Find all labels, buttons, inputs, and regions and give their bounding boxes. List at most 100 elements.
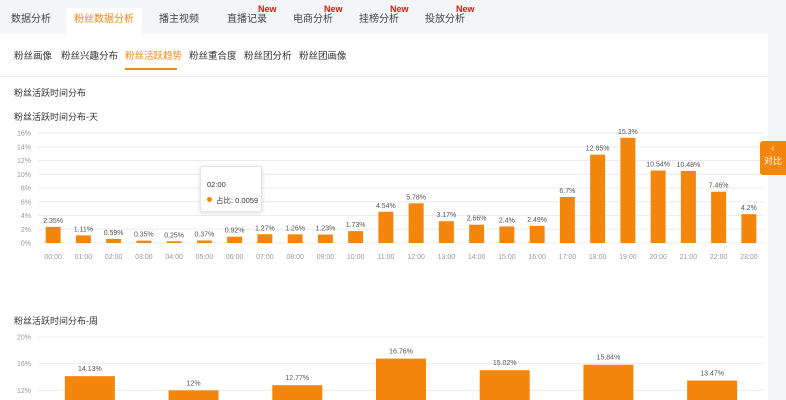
x-tick-label: 20:00 [649, 254, 667, 261]
bar [257, 234, 273, 243]
y-tick-label: 12% [17, 388, 31, 395]
x-tick-label: 22:00 [710, 254, 728, 261]
data-label: 16.76% [389, 349, 413, 356]
bar [168, 390, 219, 400]
x-tick-label: 11:00 [377, 254, 394, 261]
x-tick-label: 23:00 [740, 254, 758, 261]
x-tick-label: 00:00 [44, 254, 62, 261]
bar [479, 370, 530, 400]
bar [680, 170, 696, 243]
data-label: 2.66% [467, 216, 487, 223]
x-tick-label: 12:00 [407, 254, 425, 261]
x-tick-label: 13:00 [438, 254, 456, 261]
x-tick-label: 18:00 [589, 254, 607, 261]
data-label: 0.25% [164, 232, 184, 239]
data-label: 0.92% [225, 228, 245, 235]
data-label: 0.59% [104, 230, 124, 237]
data-label: 15.3% [618, 129, 638, 136]
compare-button[interactable]: ‹ 对比 [760, 141, 786, 175]
data-label: 14.13% [78, 366, 102, 373]
x-tick-label: 06:00 [226, 254, 244, 261]
data-label: 0.37% [194, 231, 214, 238]
x-tick-label: 16:00 [528, 254, 546, 261]
chart-tooltip: 02:00 占比: 0.0059 [200, 166, 262, 212]
bar [348, 231, 364, 243]
bar [741, 214, 757, 243]
bar [317, 234, 333, 243]
tooltip-series-dot [207, 197, 212, 202]
bar [272, 385, 323, 400]
data-label: 4.54% [376, 203, 396, 210]
data-label: 0.35% [134, 232, 154, 239]
x-tick-label: 04:00 [165, 254, 183, 261]
charts-canvas: 0% 2% 4% 6% 8% 10% 12% 14% 16% 2.35% 00:00 1.11% 01:… [17, 129, 764, 400]
y-tick-label: 16% [17, 361, 31, 368]
data-label: 2.49% [527, 217, 547, 224]
y-tick-label: 4% [21, 213, 31, 220]
bar [590, 154, 606, 243]
x-tick-label: 02:00 [105, 254, 123, 261]
x-tick-label: 05:00 [196, 254, 214, 261]
bar [64, 376, 115, 400]
bar [136, 240, 152, 243]
y-tick-label: 20% [17, 335, 31, 342]
x-tick-label: 07:00 [256, 254, 274, 261]
chevron-left-icon: ‹ [771, 143, 775, 154]
bar [196, 240, 212, 243]
bar [287, 234, 303, 243]
y-tick-label: 6% [21, 199, 31, 206]
data-label: 1.27% [255, 225, 275, 232]
bar [227, 236, 243, 243]
data-label: 10.48% [677, 162, 701, 169]
y-tick-label: 0% [21, 241, 31, 248]
bar [620, 137, 636, 243]
bar [166, 241, 182, 243]
data-label: 1.11% [74, 226, 93, 233]
bar [559, 196, 575, 243]
bar [529, 225, 545, 243]
page: 数据分析 粉丝数据分析 播主视频 直播记录 New 电商分析 New 挂榜分析 New… [0, 0, 786, 400]
data-label: 13.47% [700, 371, 724, 378]
compare-label: 对比 [763, 156, 782, 166]
x-tick-label: 01:00 [75, 254, 93, 261]
y-tick-label: 14% [17, 144, 31, 151]
data-label: 7.46% [709, 183, 729, 190]
bar [469, 224, 485, 243]
bar [650, 170, 666, 243]
tooltip-time: 02:00 [207, 180, 226, 189]
data-label: 15.84% [597, 355, 621, 362]
data-label: 12.85% [586, 146, 610, 153]
data-label: 12% [187, 380, 201, 387]
x-tick-label: 21:00 [680, 254, 698, 261]
data-label: 10.54% [646, 162, 670, 169]
data-label: 1.23% [315, 226, 335, 233]
x-tick-label: 03:00 [135, 254, 153, 261]
data-label: 1.73% [346, 222, 366, 229]
x-tick-label: 08:00 [286, 254, 304, 261]
data-label: 1.26% [285, 225, 305, 232]
x-tick-label: 17:00 [559, 254, 577, 261]
bar [376, 358, 426, 400]
y-tick-label: 8% [21, 186, 31, 193]
data-label: 12.77% [285, 375, 309, 382]
data-label: 5.78% [406, 194, 426, 201]
bar [378, 211, 394, 243]
bar [711, 191, 727, 243]
x-tick-label: 15:00 [498, 254, 516, 261]
bar [408, 203, 424, 243]
bar [75, 235, 91, 243]
bar [583, 364, 634, 400]
data-label: 2.4% [499, 218, 515, 225]
x-tick-label: 09:00 [317, 254, 335, 261]
data-label: 2.35% [43, 218, 63, 225]
y-tick-label: 10% [17, 172, 31, 179]
x-tick-label: 10:00 [347, 254, 365, 261]
data-label: 4.2% [741, 205, 757, 212]
data-label: 6.7% [559, 188, 575, 195]
bar [499, 226, 515, 243]
x-tick-label: 14:00 [468, 254, 486, 261]
data-label: 15.02% [493, 360, 517, 367]
bar [106, 238, 122, 243]
y-tick-label: 16% [17, 131, 31, 138]
x-tick-label: 19:00 [619, 254, 637, 261]
